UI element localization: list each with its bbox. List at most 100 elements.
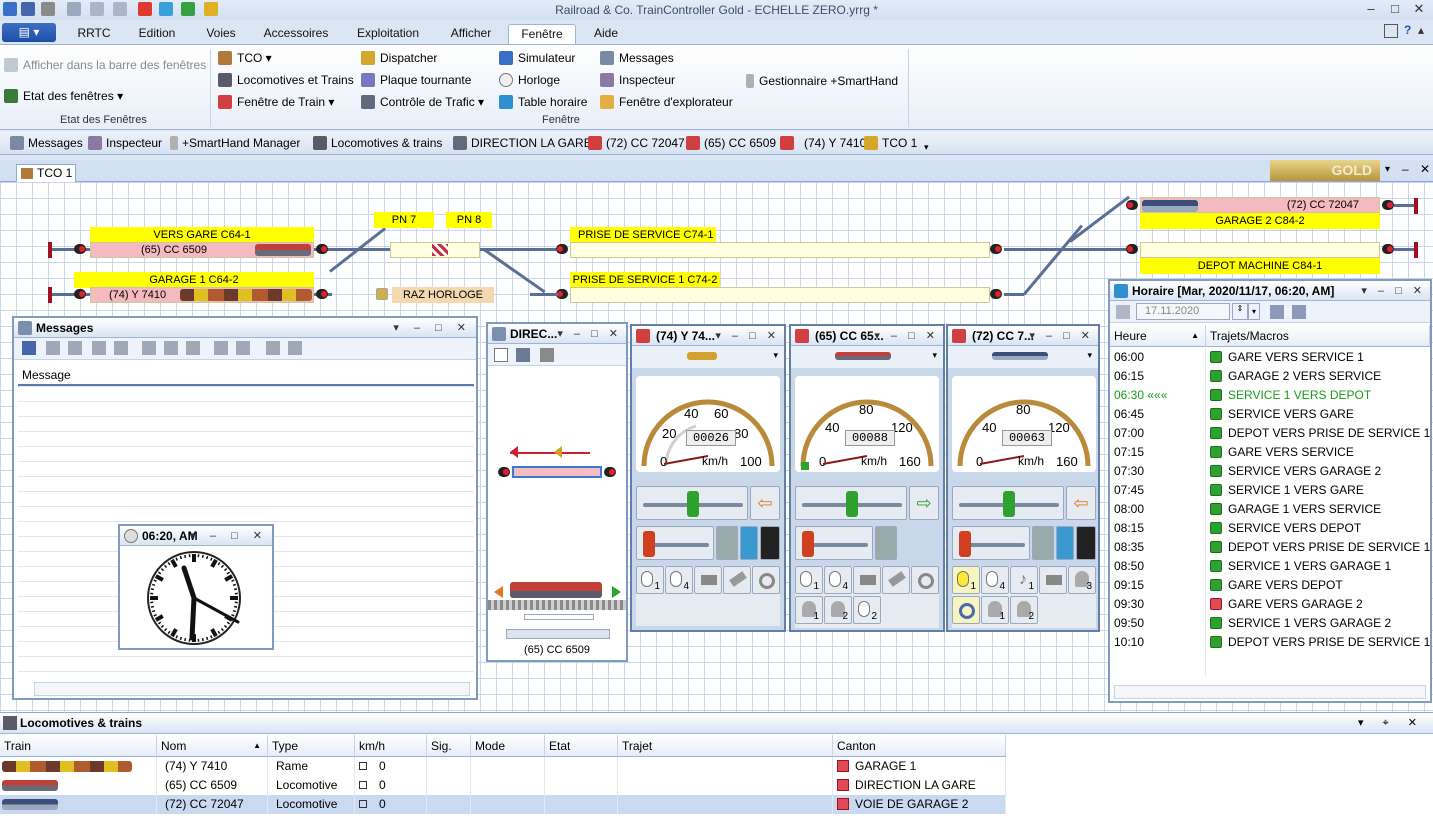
save-icon[interactable] xyxy=(22,341,36,355)
group-icon[interactable] xyxy=(186,341,200,355)
remote-icon[interactable] xyxy=(540,348,554,362)
light-button[interactable]: 4 xyxy=(981,566,1009,594)
column-header[interactable]: Nom ▲ xyxy=(157,735,268,757)
raz-horloge-button[interactable]: RAZ HORLOGE xyxy=(392,287,494,303)
quick-y7410[interactable]: (74) Y 7410 xyxy=(780,135,866,151)
cab-train-selector[interactable]: ▾ xyxy=(948,346,1098,368)
direction-right-icon[interactable] xyxy=(612,586,621,598)
coupler-button[interactable] xyxy=(723,566,751,594)
settings-icon[interactable] xyxy=(1292,305,1306,319)
throttle-knob[interactable] xyxy=(846,491,858,517)
driver-button[interactable]: 2 xyxy=(1010,596,1038,624)
brake-slider[interactable] xyxy=(795,526,873,560)
speed-slider[interactable] xyxy=(952,486,1064,520)
clock-button[interactable]: Horloge xyxy=(499,71,560,89)
raz-button-icon[interactable] xyxy=(376,288,388,300)
date-spinner[interactable]: ⇕ xyxy=(1232,303,1248,320)
close-button[interactable]: ✕ xyxy=(1408,1,1430,17)
dispatcher-block[interactable] xyxy=(512,466,602,478)
filter-icon[interactable] xyxy=(214,341,228,355)
horn-button[interactable] xyxy=(1039,566,1067,594)
driver-button[interactable]: 1 xyxy=(795,596,823,624)
signal-icon[interactable] xyxy=(604,467,616,477)
users-icon[interactable] xyxy=(164,341,178,355)
column-header[interactable]: Train xyxy=(0,735,157,757)
checkbox-icon[interactable] xyxy=(359,800,367,808)
quick-cc6509[interactable]: (65) CC 6509 xyxy=(686,135,776,151)
checkbox-icon[interactable] xyxy=(359,781,367,789)
tab-aide[interactable]: Aide xyxy=(586,24,626,44)
chevron-down-icon[interactable]: ▾ xyxy=(773,350,778,361)
signal-icon[interactable] xyxy=(74,244,86,254)
ribbon-collapse-icon[interactable]: ▴ xyxy=(1418,23,1424,37)
brake-knob[interactable] xyxy=(959,531,971,557)
coupler-button[interactable] xyxy=(882,566,910,594)
settings-button[interactable] xyxy=(752,566,780,594)
date-field[interactable]: 17.11.2020 xyxy=(1136,303,1230,320)
chevron-down-icon[interactable]: ▾ xyxy=(1087,350,1092,361)
tab-afficher[interactable]: Afficher xyxy=(442,24,500,44)
column-header[interactable]: Etat xyxy=(545,735,618,757)
column-header[interactable]: Type xyxy=(268,735,355,757)
user-icon[interactable] xyxy=(142,341,156,355)
calendar-7-icon[interactable] xyxy=(1270,305,1284,319)
column-header-trips[interactable]: Trajets/Macros xyxy=(1206,325,1430,347)
signal-icon[interactable] xyxy=(1382,244,1394,254)
message-column-header[interactable]: Message xyxy=(18,364,474,386)
level-crossing-icon[interactable] xyxy=(432,244,448,256)
tab-close-icon[interactable]: ✕ xyxy=(1420,162,1430,176)
tab-voies[interactable]: Voies xyxy=(196,24,246,44)
tag-icon[interactable] xyxy=(236,341,250,355)
panel-controls[interactable]: ▾ – □ ✕ xyxy=(1029,326,1094,346)
checkbox-icon[interactable] xyxy=(359,762,367,770)
column-header[interactable]: Sig. xyxy=(427,735,471,757)
restore-icon[interactable] xyxy=(1384,24,1398,38)
tab-accessoires[interactable]: Accessoires xyxy=(258,24,334,44)
speed-slider[interactable] xyxy=(636,486,748,520)
direction-left-icon[interactable] xyxy=(494,586,503,598)
export-icon[interactable] xyxy=(288,341,302,355)
signal-icon[interactable] xyxy=(498,467,510,477)
block-depot[interactable] xyxy=(1140,242,1380,258)
light-button-active[interactable]: 1 xyxy=(952,566,980,594)
settings-button-active[interactable] xyxy=(952,596,980,624)
horn-button[interactable] xyxy=(694,566,722,594)
smarthand-manager-button[interactable]: Gestionnaire +SmartHand xyxy=(746,72,898,90)
panel-controls[interactable]: ▾ – □ ✕ xyxy=(189,526,268,546)
train-window-button[interactable]: Fenêtre de Train ▾ xyxy=(218,93,334,111)
cab-train-selector[interactable]: ▾ xyxy=(791,346,943,368)
light-button[interactable]: 2 xyxy=(853,596,881,624)
direction-button[interactable]: ⇦ xyxy=(1066,486,1096,520)
light-button[interactable]: 4 xyxy=(824,566,852,594)
tab-rrtc[interactable]: RRTC xyxy=(72,24,116,44)
driver-button[interactable]: 2 xyxy=(824,596,852,624)
timetable-button[interactable]: Table horaire xyxy=(499,93,587,111)
table-row[interactable]: (65) CC 6509 Locomotive 0 DIRECTION LA GARE xyxy=(0,776,1006,795)
brake-knob[interactable] xyxy=(643,531,655,557)
new-icon[interactable] xyxy=(494,348,508,362)
brake-slider[interactable] xyxy=(636,526,714,560)
signal-icon[interactable] xyxy=(1382,200,1394,210)
help-icon[interactable]: ? xyxy=(1404,23,1411,37)
quick-inspector[interactable]: Inspecteur xyxy=(88,135,162,151)
tab-edition[interactable]: Edition xyxy=(130,24,184,44)
signal-icon[interactable] xyxy=(316,244,328,254)
quick-tco1[interactable]: TCO 1 xyxy=(864,135,917,151)
throttle-knob[interactable] xyxy=(687,491,699,517)
light-button[interactable]: 4 xyxy=(665,566,693,594)
block-prise-service-2[interactable] xyxy=(570,287,990,303)
factory-icon[interactable] xyxy=(516,348,530,362)
signal-icon[interactable] xyxy=(74,289,86,299)
panel-controls[interactable]: ▾ – □ ✕ xyxy=(393,318,472,338)
tab-exploitation[interactable]: Exploitation xyxy=(346,24,430,44)
chevron-down-icon[interactable]: ▾ xyxy=(1248,303,1260,320)
cab-train-selector[interactable]: ▾ xyxy=(632,346,784,368)
panel-controls[interactable]: ▾ – □ ✕ xyxy=(715,326,780,346)
driver-button[interactable]: 1 xyxy=(981,596,1009,624)
quick-messages[interactable]: Messages xyxy=(10,135,83,151)
copy-icon[interactable] xyxy=(68,341,82,355)
panel-controls[interactable]: ▾ – □ ✕ xyxy=(874,326,939,346)
tab-tco1[interactable]: TCO 1 xyxy=(16,164,76,182)
column-header[interactable]: Mode xyxy=(471,735,545,757)
minimize-button[interactable]: – xyxy=(1360,1,1382,17)
